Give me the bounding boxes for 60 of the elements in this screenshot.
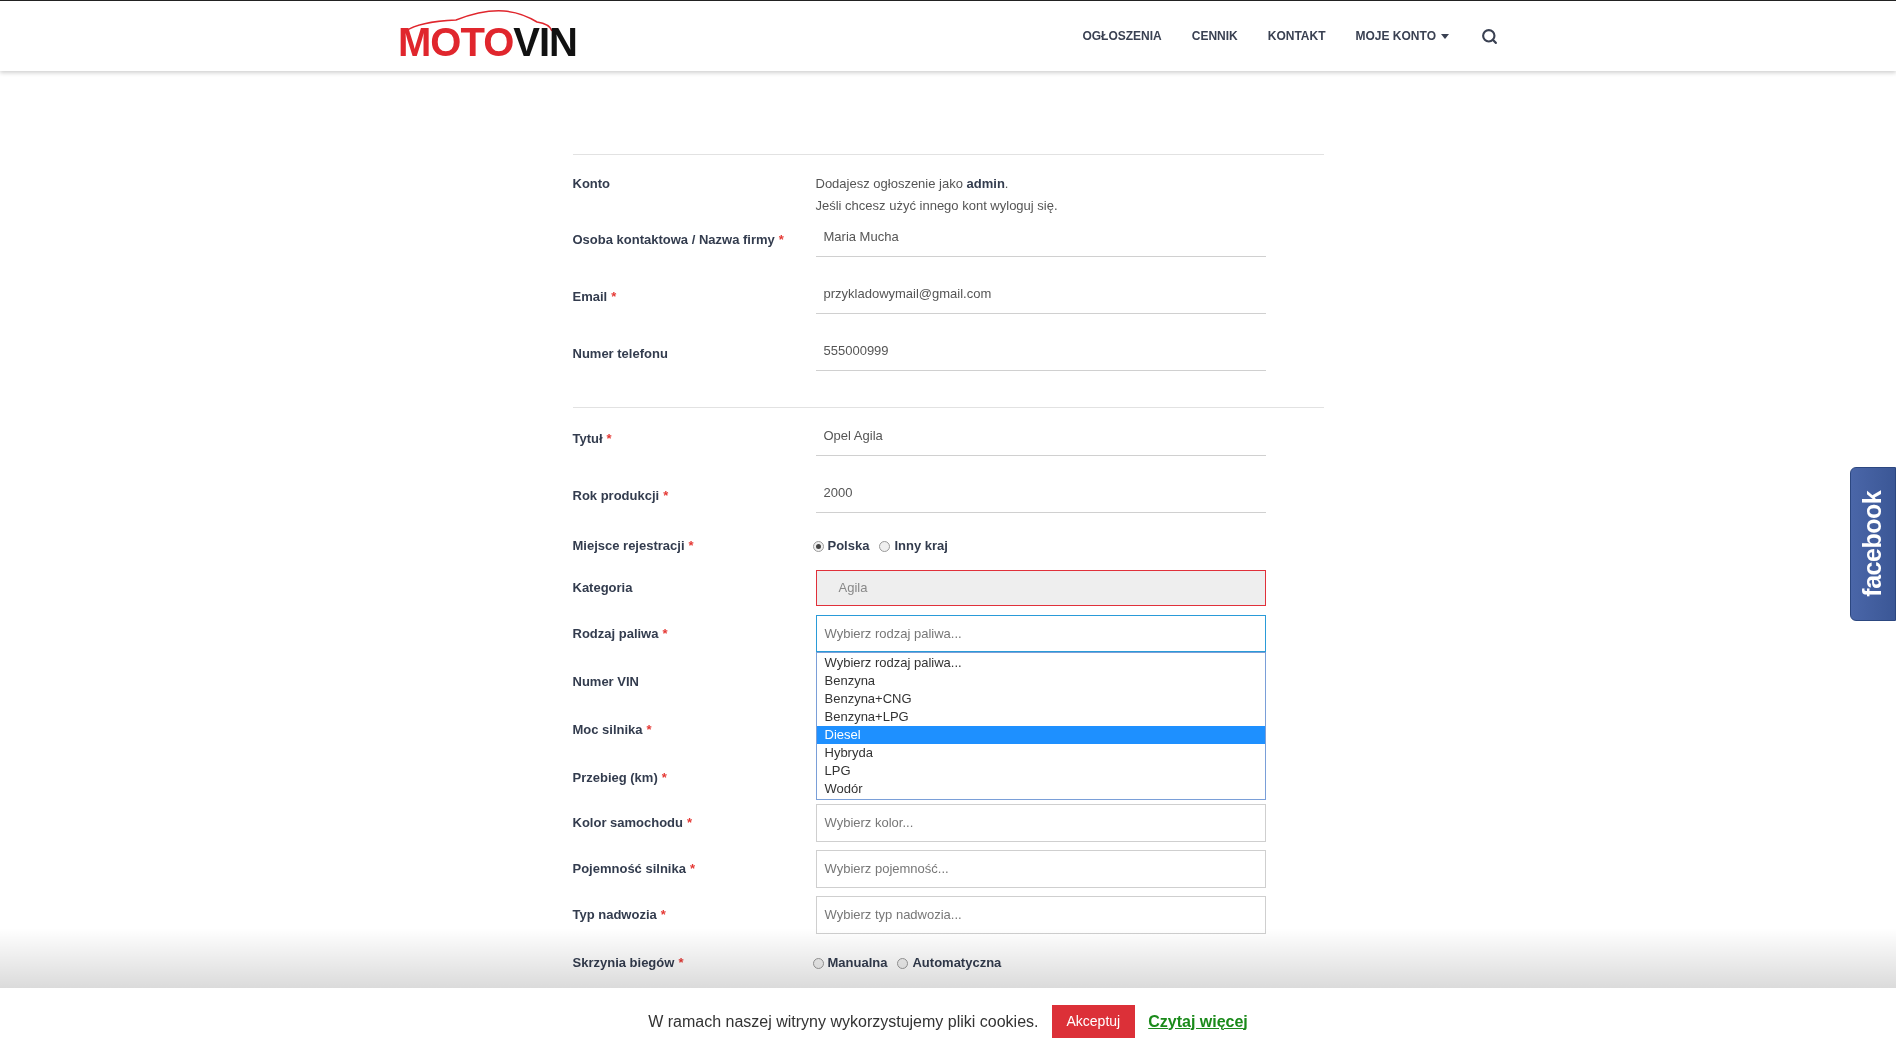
- field-label: Typ nadwozia: [572, 907, 657, 923]
- radio-button[interactable]: [897, 957, 909, 969]
- select-field[interactable]: Wybierz typ nadwozia...: [815, 896, 1266, 934]
- readonly-field: Agila: [815, 570, 1266, 606]
- nav-link[interactable]: KONTAKT: [1267, 27, 1326, 45]
- cookie-notice-text: W ramach naszej witryny wykorzystujemy pliki cookies.: [648, 1011, 1039, 1032]
- required-asterisk: *: [688, 538, 694, 554]
- facebook-tab[interactable]: facebook: [1850, 467, 1896, 621]
- radio-button[interactable]: [812, 540, 824, 552]
- text-field[interactable]: przykladowymail@gmail.com: [815, 276, 1266, 314]
- field-label: Moc silnika: [572, 721, 643, 737]
- radio-button[interactable]: [879, 540, 891, 552]
- select-field[interactable]: Wybierz kolor...: [815, 804, 1266, 842]
- required-asterisk: *: [660, 907, 666, 923]
- required-asterisk: *: [662, 625, 668, 641]
- radio-label: Polska: [827, 537, 870, 556]
- required-asterisk: *: [661, 769, 667, 785]
- select-field[interactable]: Wybierz pojemność...: [815, 850, 1266, 888]
- nav-dropdown[interactable]: MOJE KONTO: [1355, 27, 1449, 45]
- field-label: Osoba kontaktowa / Nazwa firmy: [572, 232, 775, 248]
- required-asterisk: *: [646, 721, 652, 737]
- required-asterisk: *: [687, 815, 693, 831]
- required-asterisk: *: [678, 955, 684, 971]
- read-more-link[interactable]: Czytaj więcej: [1148, 1009, 1248, 1034]
- logout-hint-text: Jeśli chcesz użyć innego kont wyloguj się.: [815, 197, 1058, 215]
- accept-button[interactable]: Akceptuj: [1051, 1005, 1136, 1038]
- nav-link[interactable]: OGŁOSZENIA: [1082, 27, 1162, 45]
- text-field[interactable]: Opel Agila: [815, 418, 1266, 456]
- radio-label: Inny kraj: [894, 537, 948, 556]
- select-field[interactable]: Wybierz rodzaj paliwa...: [815, 615, 1266, 652]
- field-label: Miejsce rejestracji: [572, 538, 685, 554]
- field-label: Rodzaj paliwa: [572, 625, 659, 641]
- field-label: Skrzynia biegów: [572, 955, 675, 971]
- field-label: Numer telefonu: [572, 346, 668, 362]
- required-asterisk: *: [663, 488, 669, 504]
- field-label: Rok produkcji: [572, 488, 660, 504]
- field-label: Tytuł: [572, 431, 603, 447]
- field-label: Numer VIN: [572, 673, 639, 689]
- field-label: Pojemność silnika: [572, 861, 686, 877]
- field-label: Kategoria: [572, 580, 633, 596]
- account-info-text: Dodajesz ogłoszenie jako admin.: [815, 175, 1010, 193]
- text-field[interactable]: 555000999: [815, 333, 1266, 371]
- field-label: Przebieg (km): [572, 769, 658, 785]
- field-label: Konto: [572, 176, 611, 191]
- required-asterisk: *: [606, 431, 612, 447]
- text-field[interactable]: Maria Mucha: [815, 219, 1266, 257]
- radio-button[interactable]: [812, 957, 824, 969]
- nav-link[interactable]: CENNIK: [1191, 27, 1238, 45]
- required-asterisk: *: [611, 289, 617, 305]
- search-icon[interactable]: [1481, 27, 1498, 45]
- radio-label: Automatyczna: [912, 954, 1002, 973]
- logo-text[interactable]: VIN: [513, 22, 577, 62]
- required-asterisk: *: [778, 232, 784, 248]
- field-label: Kolor samochodu: [572, 815, 683, 831]
- radio-label: Manualna: [827, 954, 888, 973]
- logo-text[interactable]: MOTO: [398, 22, 514, 62]
- required-asterisk: *: [689, 861, 695, 877]
- field-label: Email: [572, 289, 608, 305]
- text-field[interactable]: 2000: [815, 475, 1266, 513]
- caret-icon: [1441, 33, 1449, 39]
